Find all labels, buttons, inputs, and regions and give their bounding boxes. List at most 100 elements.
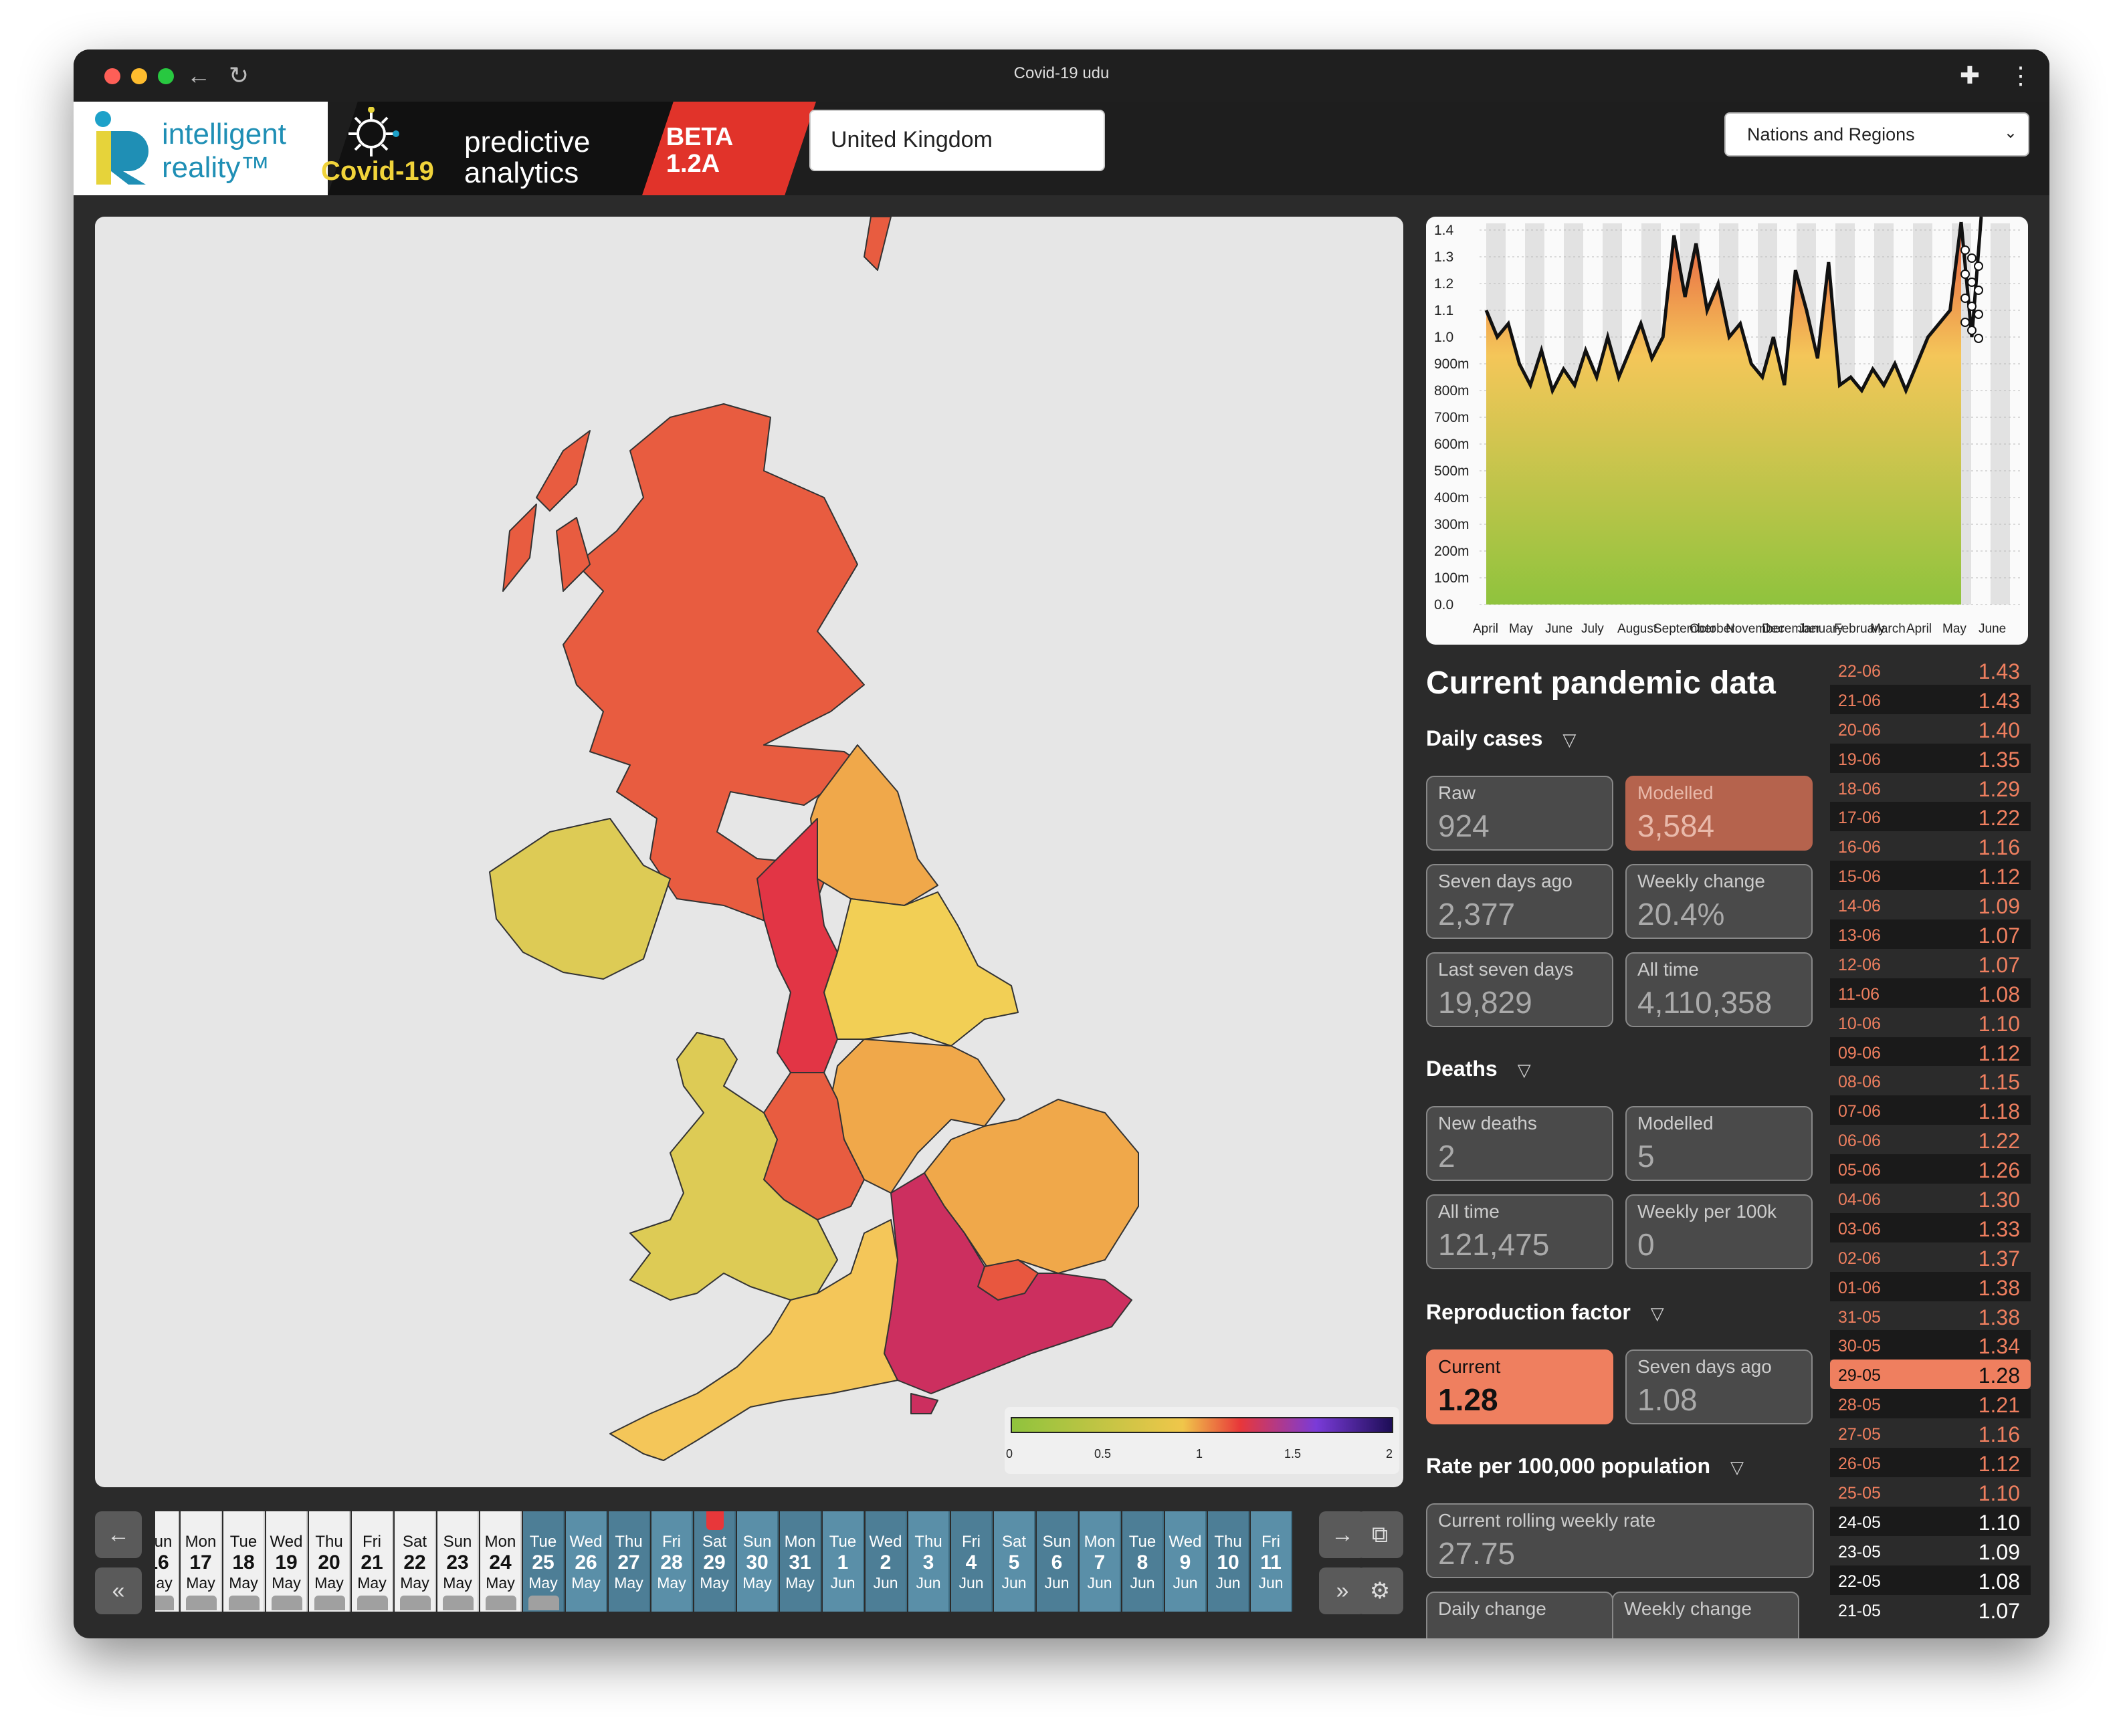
r-list-row[interactable]: 21-05 1.07 xyxy=(1830,1595,2031,1624)
r-list-row[interactable]: 16-06 1.16 xyxy=(1830,831,2031,861)
timeline-days[interactable]: Sun16MayMon17MayTue18MayWed19MayThu20May… xyxy=(155,1505,1292,1618)
r-list-row[interactable]: 02-06 1.37 xyxy=(1830,1242,2031,1272)
timeline-day-dn: 11 xyxy=(1260,1551,1282,1574)
more-menu-icon[interactable]: ⋮ xyxy=(2004,59,2037,92)
jump-back-button[interactable]: « xyxy=(95,1567,142,1614)
r-list-row[interactable]: 11-06 1.08 xyxy=(1830,978,2031,1008)
timeline-day[interactable]: Tue 18 May xyxy=(223,1511,265,1612)
timeline-day[interactable]: Tue 8 Jun xyxy=(1122,1511,1164,1612)
r-list-row[interactable]: 26-05 1.12 xyxy=(1830,1448,2031,1477)
timeline-day[interactable]: Tue 1 Jun xyxy=(823,1511,864,1612)
r-list-row[interactable]: 19-06 1.35 xyxy=(1830,743,2031,773)
timeline-day[interactable]: Wed 19 May xyxy=(266,1511,308,1612)
r-list-row[interactable]: 25-05 1.10 xyxy=(1830,1477,2031,1507)
extensions-puzzle-icon[interactable]: ✚ xyxy=(1953,59,1987,92)
r-list-row[interactable]: 31-05 1.38 xyxy=(1830,1301,2031,1331)
timeline-day-dn: 30 xyxy=(746,1551,769,1574)
timeline-day[interactable]: Thu 27 May xyxy=(609,1511,650,1612)
timeline-day[interactable]: Fri 28 May xyxy=(651,1511,693,1612)
chart-y-tick: 400m xyxy=(1434,490,1470,506)
collapse-triangle-icon[interactable]: ▽ xyxy=(1651,1303,1664,1324)
timeline-day[interactable]: Sat 29 May xyxy=(694,1511,736,1612)
collapse-triangle-icon[interactable]: ▽ xyxy=(1730,1457,1744,1478)
rate-heading[interactable]: Rate per 100,000 population ▽ xyxy=(1426,1454,1744,1479)
r-list-value: 1.12 xyxy=(1978,1452,2020,1477)
r-list-row[interactable]: 18-06 1.29 xyxy=(1830,773,2031,802)
r-list-row[interactable]: 08-06 1.15 xyxy=(1830,1066,2031,1095)
r-list-row[interactable]: 13-06 1.07 xyxy=(1830,919,2031,949)
r-list-row[interactable]: 14-06 1.09 xyxy=(1830,890,2031,919)
r-list-row[interactable]: 05-06 1.26 xyxy=(1830,1154,2031,1184)
share-window-icon[interactable]: ⧉ xyxy=(1356,1511,1403,1558)
r-list-row[interactable]: 21-06 1.43 xyxy=(1830,684,2031,714)
r-list-value: 1.43 xyxy=(1978,659,2020,683)
r-list-row[interactable]: 20-06 1.40 xyxy=(1830,714,2031,744)
day-handle[interactable] xyxy=(186,1596,217,1610)
r-list-row[interactable]: 07-06 1.18 xyxy=(1830,1095,2031,1125)
timeline-day-wd: Fri xyxy=(962,1533,981,1551)
r-list-row[interactable]: 28-05 1.21 xyxy=(1830,1389,2031,1419)
timeline-day[interactable]: Sat 5 Jun xyxy=(994,1511,1035,1612)
r-list-row[interactable]: 10-06 1.10 xyxy=(1830,1008,2031,1037)
r-list-row[interactable]: 29-05 1.28 xyxy=(1830,1360,2031,1390)
day-handle[interactable] xyxy=(443,1596,474,1610)
timeline-day[interactable]: Wed 9 Jun xyxy=(1165,1511,1207,1612)
timeline-day[interactable]: Wed 2 Jun xyxy=(866,1511,907,1612)
window-title: Covid-19 udu xyxy=(1013,64,1110,82)
r-list-row[interactable]: 01-06 1.38 xyxy=(1830,1271,2031,1301)
day-handle[interactable] xyxy=(229,1596,260,1610)
chart-x-tick: August xyxy=(1617,622,1657,636)
day-handle[interactable] xyxy=(528,1596,559,1610)
day-handle[interactable] xyxy=(486,1596,516,1610)
r-list-row[interactable]: 30-05 1.34 xyxy=(1830,1330,2031,1360)
timeline-day[interactable]: Sun 23 May xyxy=(437,1511,479,1612)
timeline-day[interactable]: Thu 20 May xyxy=(309,1511,350,1612)
chart-month-stripe xyxy=(1991,223,2010,605)
reproduction-heading[interactable]: Reproduction factor ▽ xyxy=(1426,1300,1664,1325)
r-list-row[interactable]: 09-06 1.12 xyxy=(1830,1037,2031,1067)
settings-gear-icon[interactable]: ⚙ xyxy=(1356,1567,1403,1614)
map-panel[interactable]: 0 0.5 1 1.5 2 xyxy=(95,217,1403,1487)
day-handle[interactable] xyxy=(272,1596,302,1610)
day-handle[interactable] xyxy=(314,1596,345,1610)
r-history-list[interactable]: 22-06 1.43 21-06 1.43 20-06 1.40 19-06 1.35 18-0… xyxy=(1830,655,2031,1638)
timeline-day[interactable]: Wed 26 May xyxy=(566,1511,607,1612)
step-back-button[interactable]: ← xyxy=(95,1511,142,1558)
r-list-row[interactable]: 03-06 1.33 xyxy=(1830,1212,2031,1242)
timeline-day[interactable]: Mon 7 Jun xyxy=(1080,1511,1121,1612)
collapse-triangle-icon[interactable]: ▽ xyxy=(1518,1060,1531,1081)
r-list-row[interactable]: 23-05 1.09 xyxy=(1830,1536,2031,1565)
deaths-heading[interactable]: Deaths ▽ xyxy=(1426,1057,1531,1081)
timeline-day[interactable]: Thu 3 Jun xyxy=(908,1511,950,1612)
timeline-day[interactable]: Thu 10 Jun xyxy=(1208,1511,1249,1612)
r-list-row[interactable]: 24-05 1.10 xyxy=(1830,1506,2031,1536)
r-list-row[interactable]: 06-06 1.22 xyxy=(1830,1125,2031,1154)
r-list-row[interactable]: 27-05 1.16 xyxy=(1830,1418,2031,1448)
day-handle[interactable] xyxy=(357,1596,388,1610)
region-type-select[interactable]: Nations and Regions ⌄ xyxy=(1724,112,2029,156)
timeline-day[interactable]: Sat 22 May xyxy=(395,1511,436,1612)
timeline-day[interactable]: Fri 11 Jun xyxy=(1251,1511,1292,1612)
uk-regions-map[interactable] xyxy=(95,217,1403,1487)
timeline-day[interactable]: Sun 30 May xyxy=(737,1511,779,1612)
r-list-row[interactable]: 17-06 1.22 xyxy=(1830,802,2031,832)
timeline-day[interactable]: Fri 21 May xyxy=(352,1511,393,1612)
r-list-row[interactable]: 22-06 1.43 xyxy=(1830,655,2031,685)
timeline-day[interactable]: Mon 31 May xyxy=(780,1511,821,1612)
timeline-day[interactable]: Mon 24 May xyxy=(480,1511,522,1612)
daily-cases-heading[interactable]: Daily cases ▽ xyxy=(1426,726,1576,751)
location-search-input[interactable]: United Kingdom xyxy=(809,110,1105,171)
timeline-day[interactable]: Sun 6 Jun xyxy=(1037,1511,1078,1612)
timeline-day[interactable]: Fri 4 Jun xyxy=(951,1511,993,1612)
r-list-row[interactable]: 12-06 1.07 xyxy=(1830,949,2031,978)
r-list-row[interactable]: 15-06 1.12 xyxy=(1830,861,2031,891)
day-handle[interactable] xyxy=(400,1596,431,1610)
r-number-chart[interactable]: 1.4 1.3 1.2 1.1 1.0 900m 800m 700m 600m 500m 400m 3… xyxy=(1426,217,2028,645)
timeline-day[interactable]: Mon 17 May xyxy=(181,1511,222,1612)
day-handle[interactable] xyxy=(155,1596,174,1610)
r-list-row[interactable]: 22-05 1.08 xyxy=(1830,1565,2031,1595)
timeline-day[interactable]: Tue 25 May xyxy=(523,1511,565,1612)
r-list-row[interactable]: 04-06 1.30 xyxy=(1830,1184,2031,1213)
collapse-triangle-icon[interactable]: ▽ xyxy=(1562,730,1576,750)
timeline-day[interactable]: Sun16May xyxy=(155,1511,179,1612)
